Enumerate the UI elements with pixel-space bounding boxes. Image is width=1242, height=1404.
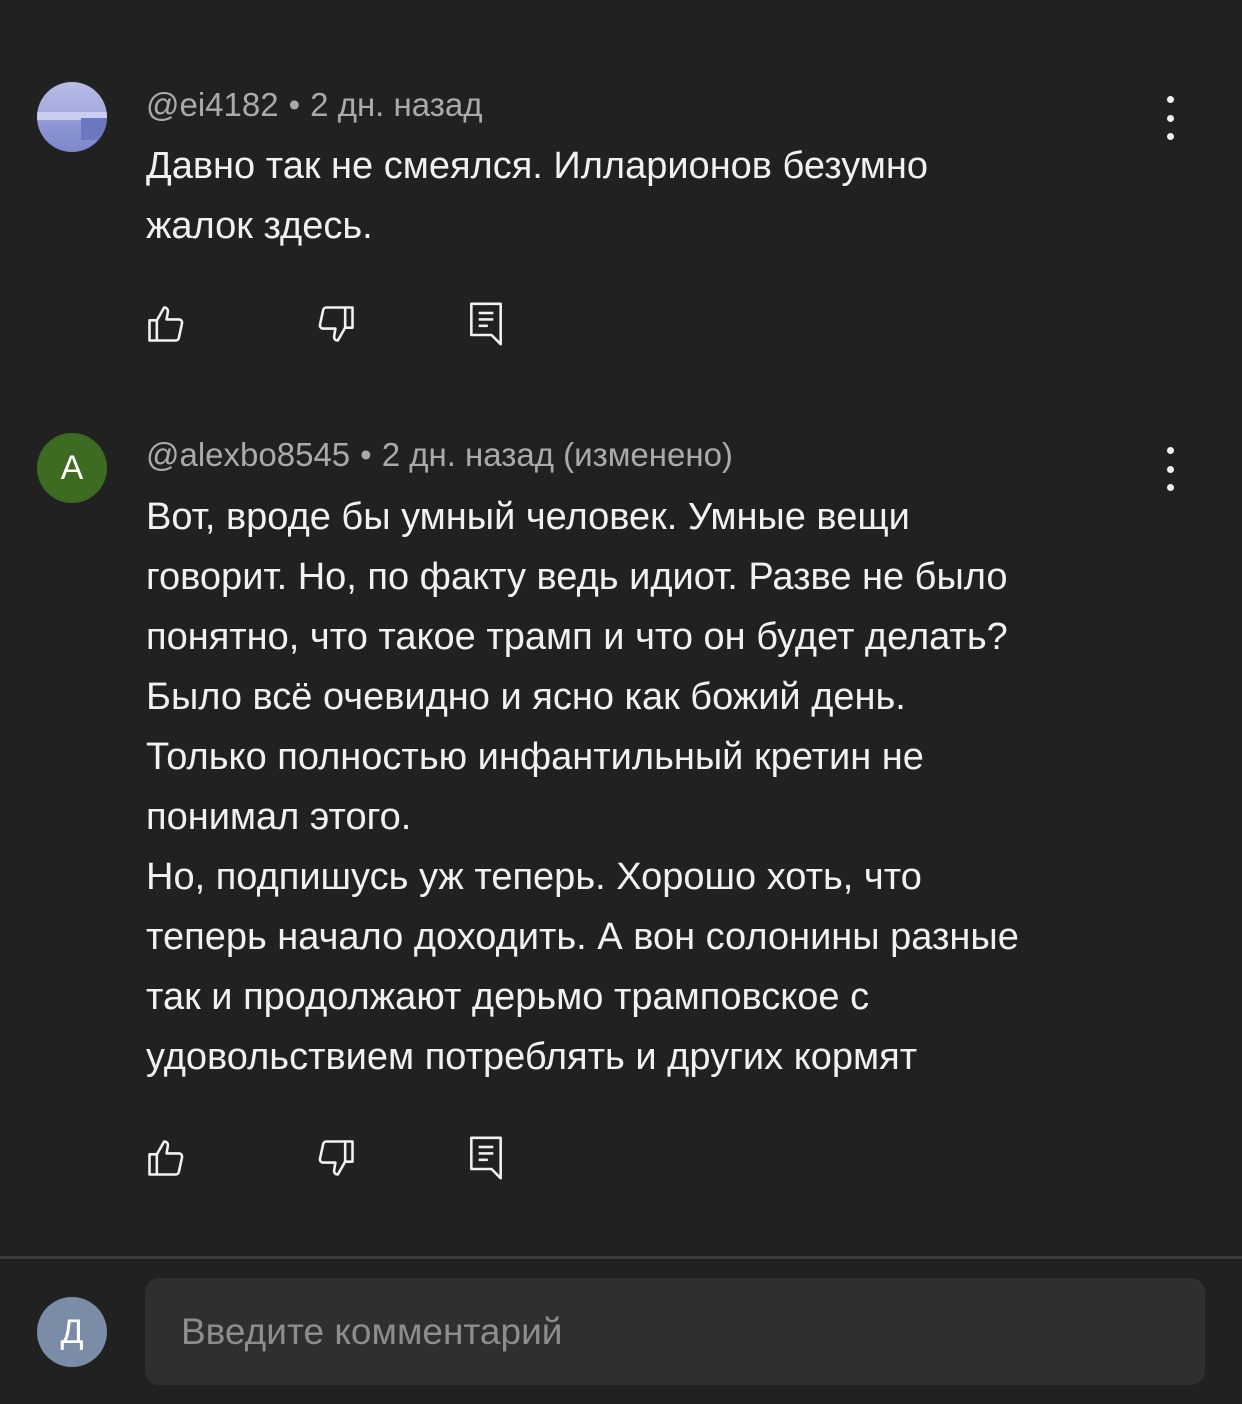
more-vert-icon[interactable] — [1154, 96, 1186, 140]
reply-button[interactable] — [460, 1132, 512, 1184]
comment-text: Давно так не смеялся. Илларионов безумно… — [146, 145, 929, 247]
meta-separator: • — [360, 436, 372, 473]
dislike-button[interactable] — [310, 1132, 362, 1184]
reply-icon — [470, 302, 502, 346]
meta-separator: • — [288, 86, 301, 123]
comment-meta: @alexbo8545 • 2 дн. назад (изменено) — [146, 436, 733, 474]
comment-input[interactable] — [145, 1278, 1205, 1385]
like-icon — [148, 1140, 184, 1176]
avatar[interactable]: A — [37, 433, 107, 503]
reply-icon — [470, 1136, 502, 1180]
like-button[interactable] — [140, 298, 192, 350]
comment-text: Вот, вроде бы умный человек. Умные вещи … — [146, 496, 1019, 1078]
avatar-letter: Д — [60, 1312, 84, 1351]
avatar-letter: A — [60, 448, 84, 487]
like-button[interactable] — [140, 1132, 192, 1184]
reply-button[interactable] — [460, 298, 512, 350]
user-avatar[interactable]: Д — [37, 1297, 107, 1367]
dislike-icon — [318, 306, 354, 342]
divider — [0, 1256, 1242, 1259]
comment-time: 2 дн. назад (изменено) — [381, 436, 733, 473]
comment-meta: @ei4182 • 2 дн. назад — [146, 86, 482, 124]
like-icon — [148, 306, 184, 342]
comment-author[interactable]: @alexbo8545 — [146, 436, 350, 473]
more-vert-icon[interactable] — [1154, 447, 1186, 491]
dislike-icon — [318, 1140, 354, 1176]
comment-author[interactable]: @ei4182 — [146, 86, 279, 123]
dislike-button[interactable] — [310, 298, 362, 350]
comment-time: 2 дн. назад — [310, 86, 483, 123]
avatar[interactable] — [37, 82, 107, 152]
